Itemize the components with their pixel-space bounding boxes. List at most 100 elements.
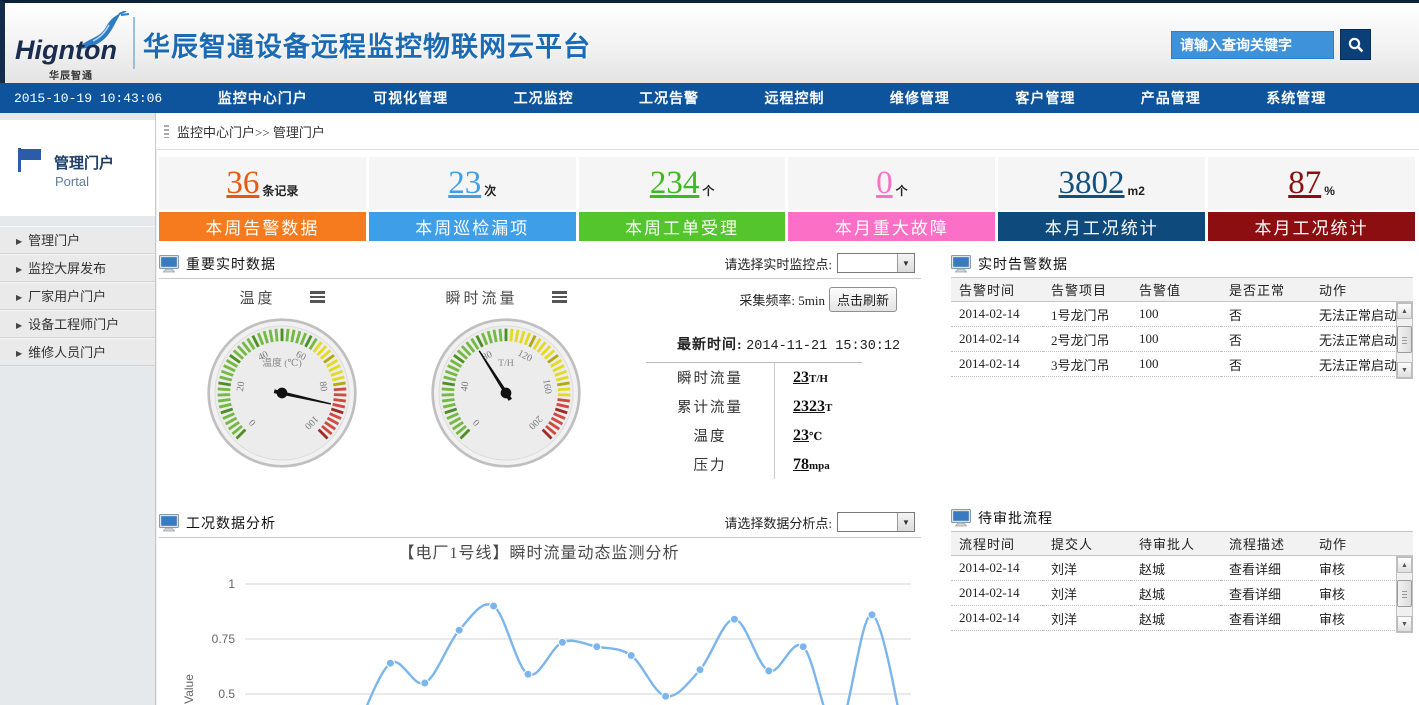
refresh-button[interactable]: 点击刷新 [829, 287, 897, 312]
sidebar-item-repairer-portal[interactable]: ▶维修人员门户 [0, 338, 155, 366]
top-header: Hignton 华辰智通 华辰智通设备远程监控物联网云平台 [0, 0, 1419, 83]
table-row: 2014-02-14刘洋 赵城 查看详细 审核 [951, 581, 1413, 606]
column-header: 动作 [1311, 278, 1413, 302]
search-input[interactable] [1171, 31, 1334, 59]
dropdown-arrow-icon: ▼ [897, 254, 914, 272]
nav-item-remote-control[interactable]: 远程控制 [764, 88, 824, 108]
svg-text:1: 1 [228, 577, 235, 591]
search-button[interactable] [1340, 29, 1371, 60]
monitor-icon [951, 509, 971, 527]
stat-unit: 条记录 [262, 182, 298, 199]
alarm-table: 告警时间 告警项目 告警值 是否正常 动作 2014-02-141号龙门吊 10… [951, 277, 1413, 377]
analysis-point-select[interactable]: ▼ [837, 512, 915, 532]
metric-row-total-flow: 累计流量 2323T [646, 392, 909, 421]
analysis-point-select-label: 请选择数据分析点: [724, 513, 832, 532]
sidebar-item-admin-portal[interactable]: ▶管理门户 [0, 226, 155, 254]
gauges-area: 温度 020406080100温度 (℃) 瞬时流量 0408012016020… [159, 279, 921, 509]
monitor-point-select[interactable]: ▼ [837, 253, 915, 273]
nav-item-maintenance[interactable]: 维修管理 [890, 88, 950, 108]
column-header: 是否正常 [1221, 278, 1311, 302]
metric-row-pressure: 压力 78mpa [646, 450, 909, 479]
stat-label-button[interactable]: 本周工单受理 [579, 212, 786, 241]
stat-label-button[interactable]: 本周巡检漏项 [369, 212, 576, 241]
scroll-down-button[interactable]: ▼ [1397, 616, 1412, 632]
line-chart-box: 【电厂1号线】瞬时流量动态监测分析10.750.5Value [159, 539, 921, 705]
logo-brand-text: Hignton [15, 35, 117, 66]
nav-item-condition-alarm[interactable]: 工况告警 [639, 88, 699, 108]
scroll-down-button[interactable]: ▼ [1397, 362, 1412, 378]
portal-subtitle: Portal [55, 174, 89, 189]
column-header: 流程描述 [1221, 532, 1311, 556]
stat-value-link[interactable]: 23 [448, 167, 481, 200]
main-content: 监控中心门户>> 管理门户 36条记录 本周告警数据 23次 本周巡检漏项 23… [156, 113, 1419, 705]
stat-value-link[interactable]: 36 [226, 167, 259, 200]
sample-frequency-label: 采集频率: 5min [739, 290, 825, 309]
nav-item-customer[interactable]: 客户管理 [1015, 88, 1075, 108]
column-header: 动作 [1311, 532, 1413, 556]
stat-unit: 个 [702, 182, 714, 199]
table-scrollbar: ▲ ▼ [1396, 556, 1413, 633]
view-detail-link[interactable]: 查看详细 [1221, 581, 1311, 606]
stat-value-link[interactable]: 234 [650, 167, 700, 200]
nav-items: 监控中心门户 可视化管理 工况监控 工况告警 远程控制 维修管理 客户管理 产品… [185, 88, 1419, 108]
svg-text:80: 80 [317, 381, 329, 393]
column-header: 流程时间 [951, 532, 1043, 556]
metric-row-temperature: 温度 23℃ [646, 421, 909, 450]
sidebar-item-engineer-portal[interactable]: ▶设备工程师门户 [0, 310, 155, 338]
stat-unit: m2 [1128, 184, 1145, 198]
breadcrumb: 监控中心门户>> 管理门户 [156, 113, 1419, 149]
scrollbar-track[interactable] [1397, 319, 1412, 362]
stat-value-link[interactable]: 0 [876, 167, 893, 200]
svg-text:160: 160 [540, 378, 553, 394]
svg-text:0.75: 0.75 [212, 632, 236, 646]
flow-gauge-block: 瞬时流量 04080120160200T/H [391, 285, 621, 469]
stat-label-button[interactable]: 本周告警数据 [159, 212, 366, 241]
table-scrollbar: ▲ ▼ [1396, 302, 1413, 379]
stat-card-monthly-failures: 0个 本月重大故障 [788, 157, 995, 241]
nav-item-system[interactable]: 系统管理 [1266, 88, 1326, 108]
analysis-section-header: 工况数据分析 请选择数据分析点: ▼ [159, 509, 921, 536]
clock: 2015-10-19 10:43:06 [0, 91, 185, 106]
column-header: 告警项目 [1043, 278, 1131, 302]
stat-value-link[interactable]: 87 [1288, 167, 1321, 200]
scroll-up-button[interactable]: ▲ [1397, 557, 1412, 573]
chart-menu-icon[interactable] [310, 289, 325, 305]
nav-item-condition-monitor[interactable]: 工况监控 [514, 88, 574, 108]
scrollbar-thumb[interactable] [1397, 580, 1412, 607]
column-header: 提交人 [1043, 532, 1131, 556]
logo-separator [133, 17, 135, 69]
sidebar: 管理门户 Portal ▶管理门户 ▶监控大屏发布 ▶厂家用户门户 ▶设备工程师… [0, 113, 156, 705]
sidebar-item-vendor-portal[interactable]: ▶厂家用户门户 [0, 282, 155, 310]
realtime-section-header: 重要实时数据 请选择实时监控点: ▼ [159, 250, 921, 277]
stat-label-button[interactable]: 本月工况统计 [1208, 212, 1415, 241]
stat-card-monthly-condition-area: 3802m2 本月工况统计 [998, 157, 1205, 241]
temperature-gauge-block: 温度 020406080100温度 (℃) [167, 285, 397, 469]
scrollbar-track[interactable] [1397, 573, 1412, 616]
dropdown-arrow-icon: ▼ [897, 513, 914, 531]
svg-text:40: 40 [459, 381, 471, 393]
stat-label-button[interactable]: 本月重大故障 [788, 212, 995, 241]
stat-card-weekly-alarms: 36条记录 本周告警数据 [159, 157, 366, 241]
nav-item-monitor-center[interactable]: 监控中心门户 [218, 88, 308, 108]
sidebar-item-big-screen[interactable]: ▶监控大屏发布 [0, 254, 155, 282]
svg-text:T/H: T/H [498, 358, 514, 369]
magnifier-icon [1347, 36, 1365, 54]
svg-text:Value: Value [182, 674, 196, 704]
arrow-right-icon: ▶ [16, 237, 22, 246]
table-row: 2014-02-141号龙门吊 100否 无法正常启动 [951, 302, 1413, 327]
metric-list: 瞬时流量 23T/H 累计流量 2323T 温度 23℃ [646, 363, 909, 479]
view-detail-link[interactable]: 查看详细 [1221, 556, 1311, 581]
flow-gauge: 04080120160200T/H [430, 317, 582, 469]
chart-menu-icon[interactable] [552, 289, 567, 305]
stat-value-link[interactable]: 3802 [1059, 167, 1125, 200]
right-column: 实时告警数据 告警时间 告警项目 告警值 是否正常 动作 [951, 250, 1413, 705]
main-nav: 2015-10-19 10:43:06 监控中心门户 可视化管理 工况监控 工况… [0, 83, 1419, 113]
view-detail-link[interactable]: 查看详细 [1221, 606, 1311, 631]
scroll-up-button[interactable]: ▲ [1397, 303, 1412, 319]
stat-label-button[interactable]: 本月工况统计 [998, 212, 1205, 241]
scrollbar-thumb[interactable] [1397, 326, 1412, 353]
approval-table-wrap: 流程时间 提交人 待审批人 流程描述 动作 2014-02-14刘洋 赵城 查看… [951, 531, 1413, 631]
nav-item-product[interactable]: 产品管理 [1141, 88, 1201, 108]
approval-table: 流程时间 提交人 待审批人 流程描述 动作 2014-02-14刘洋 赵城 查看… [951, 531, 1413, 631]
nav-item-visualization[interactable]: 可视化管理 [373, 88, 448, 108]
